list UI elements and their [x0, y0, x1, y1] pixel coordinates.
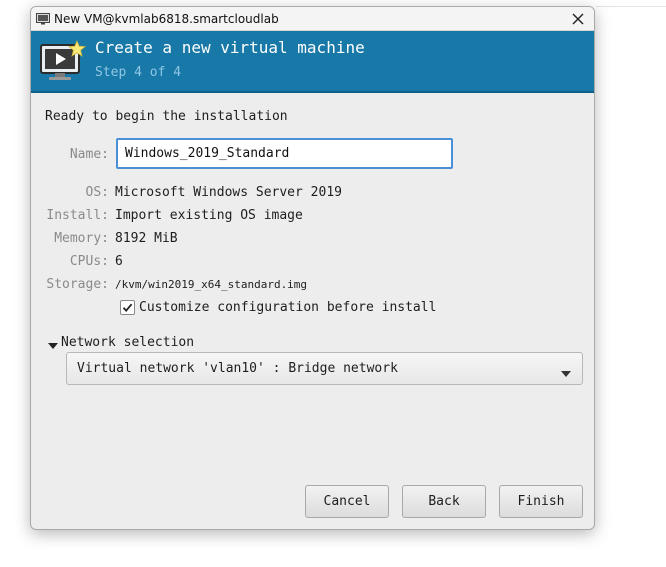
network-source-select[interactable]: Virtual network 'vlan10' : Bridge networ… — [66, 352, 583, 385]
checkmark-icon — [122, 303, 133, 312]
memory-value: 8192 MiB — [115, 231, 178, 246]
wizard-step-indicator: Step 4 of 4 — [95, 65, 182, 80]
close-icon[interactable] — [570, 11, 586, 27]
expander-triangle-icon — [48, 339, 58, 354]
virt-manager-icon — [36, 13, 50, 28]
network-selection-label: Network selection — [61, 335, 195, 350]
install-value: Import existing OS image — [115, 208, 303, 223]
cpus-value: 6 — [115, 254, 123, 269]
wizard-heading: Create a new virtual machine — [95, 38, 365, 57]
memory-label: Memory: — [54, 231, 109, 246]
os-label: OS: — [85, 185, 109, 200]
ready-message: Ready to begin the installation — [45, 109, 288, 124]
storage-value: /kvm/win2019_x64_standard.img — [115, 278, 308, 291]
monitor-play-icon — [39, 39, 87, 85]
cpus-label: CPUs: — [69, 254, 109, 269]
title-bar: New VM@kvmlab6818.smartcloudlab — [31, 7, 594, 31]
name-label: Name: — [69, 147, 109, 162]
new-vm-dialog: New VM@kvmlab6818.smartcloudlab Create a… — [30, 6, 595, 530]
window-title: New VM@kvmlab6818.smartcloudlab — [54, 12, 279, 26]
install-label: Install: — [46, 208, 109, 223]
back-button[interactable]: Back — [402, 485, 486, 518]
background-divider — [596, 6, 666, 7]
network-source-value: Virtual network 'vlan10' : Bridge networ… — [77, 361, 398, 376]
wizard-content: Ready to begin the installation Name: OS… — [31, 93, 594, 529]
cancel-button[interactable]: Cancel — [305, 485, 389, 518]
os-value: Microsoft Windows Server 2019 — [115, 185, 342, 200]
finish-button[interactable]: Finish — [499, 485, 583, 518]
chevron-down-icon — [561, 366, 571, 381]
vm-name-input[interactable] — [116, 138, 453, 169]
wizard-header: Create a new virtual machine Step 4 of 4 — [31, 31, 594, 93]
customize-label: Customize configuration before install — [139, 300, 437, 315]
storage-label: Storage: — [46, 277, 109, 292]
customize-checkbox[interactable] — [120, 300, 135, 315]
